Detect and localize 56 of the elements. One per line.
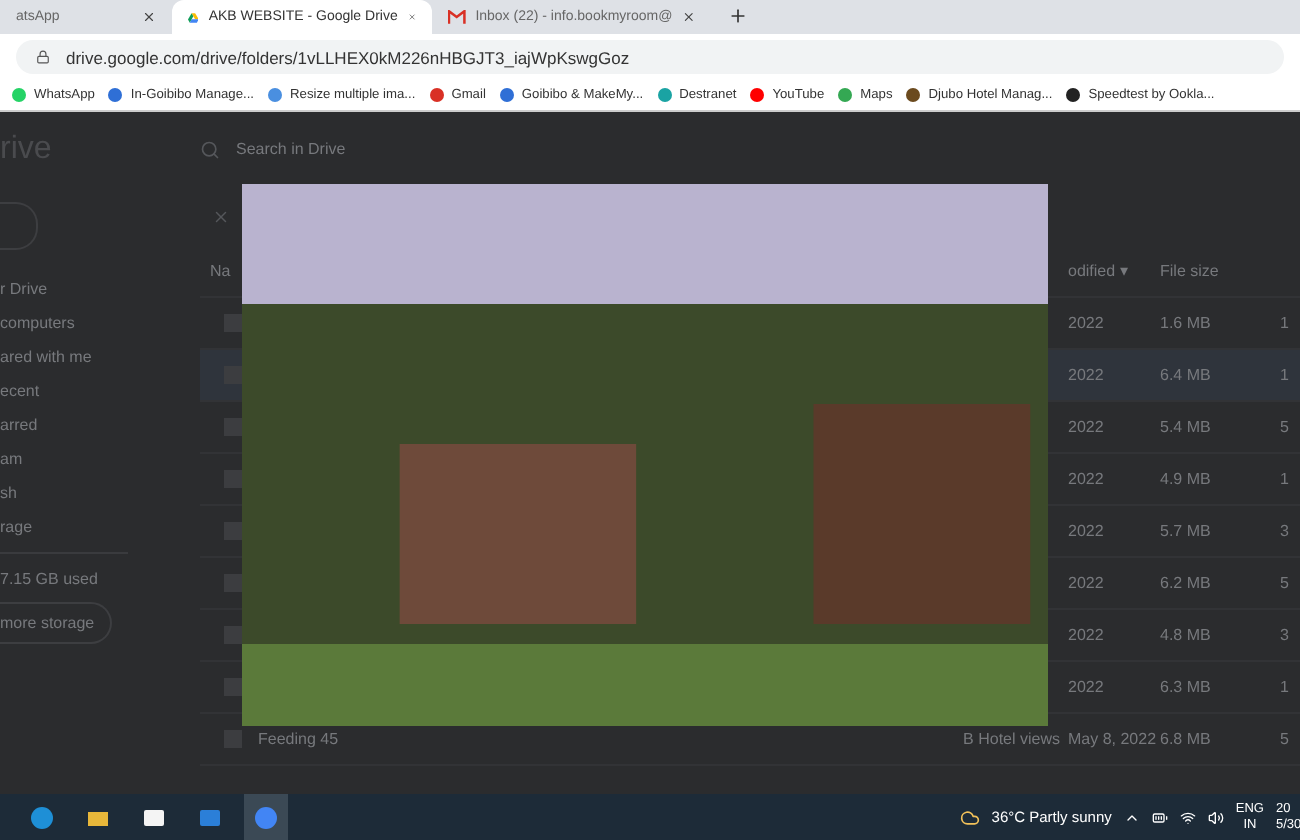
table-cell-text: 5 <box>1280 574 1291 592</box>
browser-icon <box>30 805 54 829</box>
file-icon <box>224 522 242 540</box>
speaker-icon[interactable] <box>1207 809 1224 825</box>
address-bar[interactable]: drive.google.com/drive/folders/1vLLHEX0kM226nHBGJT3_iajWpKswgGoz <box>16 40 1284 74</box>
store-icon <box>142 805 166 829</box>
table-cell-text: 6.8 MB <box>1160 730 1213 748</box>
weather-icon <box>959 807 980 827</box>
table-cell: Feeding 45 <box>258 730 339 748</box>
table-cell-text: 1 <box>1280 314 1291 332</box>
table-cell-text: 4.9 MB <box>1160 470 1213 488</box>
file-icon <box>224 418 242 436</box>
table-cell-text: 5 <box>1280 730 1291 748</box>
new-tab-icon[interactable] <box>728 6 748 26</box>
mail-icon <box>448 10 466 24</box>
file-icon <box>224 626 242 644</box>
table-cell-text: 6.4 MB <box>1160 366 1213 384</box>
table-cell-text: 2022 <box>1068 470 1106 488</box>
table-cell: B Hotel views <box>963 730 1060 748</box>
search-icon <box>200 139 220 159</box>
table-cell-text: 2022 <box>1068 522 1106 540</box>
table-cell-text: 1 <box>1280 366 1291 384</box>
file-icon <box>224 470 242 488</box>
table-cell-text: 1.6 MB <box>1160 314 1213 332</box>
table-cell-text: 2022 <box>1068 678 1106 696</box>
battery-icon[interactable] <box>1151 809 1168 825</box>
mail-icon <box>198 805 222 829</box>
table-cell-text: 2022 <box>1068 626 1106 644</box>
table-cell-text: 2022 <box>1068 366 1106 384</box>
lock-icon <box>36 50 50 64</box>
storage-text: 7.15 GB used <box>0 552 128 588</box>
drive-icon <box>188 9 199 25</box>
column-header: File size <box>1160 262 1221 280</box>
table-cell-text: 3 <box>1280 522 1291 540</box>
close-icon[interactable] <box>142 10 156 24</box>
table-cell-text: 5 <box>1280 418 1291 436</box>
table-cell-text: 1 <box>1280 470 1291 488</box>
table-cell-text: 2022 <box>1068 574 1106 592</box>
column-header: Na <box>210 262 231 280</box>
table-cell-text: 2022 <box>1068 314 1106 332</box>
table-cell-text: 2022 <box>1068 418 1106 436</box>
table-cell-text: 6.3 MB <box>1160 678 1213 696</box>
table-cell-text: 1 <box>1280 678 1291 696</box>
close-icon[interactable] <box>407 10 416 24</box>
table-cell-text: 4.8 MB <box>1160 626 1213 644</box>
table-cell-text: 5.4 MB <box>1160 418 1213 436</box>
close-icon[interactable] <box>682 10 696 24</box>
table-cell-text: 3 <box>1280 626 1291 644</box>
file-icon <box>224 574 242 592</box>
wifi-icon[interactable] <box>1179 809 1196 825</box>
browser-icon <box>254 805 278 829</box>
table-cell-text: 5.7 MB <box>1160 522 1213 540</box>
table-cell-text: May 8, 2022 <box>1068 730 1159 748</box>
table-cell-text: 6.2 MB <box>1160 574 1213 592</box>
file-icon <box>224 314 242 332</box>
file-icon <box>224 678 242 696</box>
